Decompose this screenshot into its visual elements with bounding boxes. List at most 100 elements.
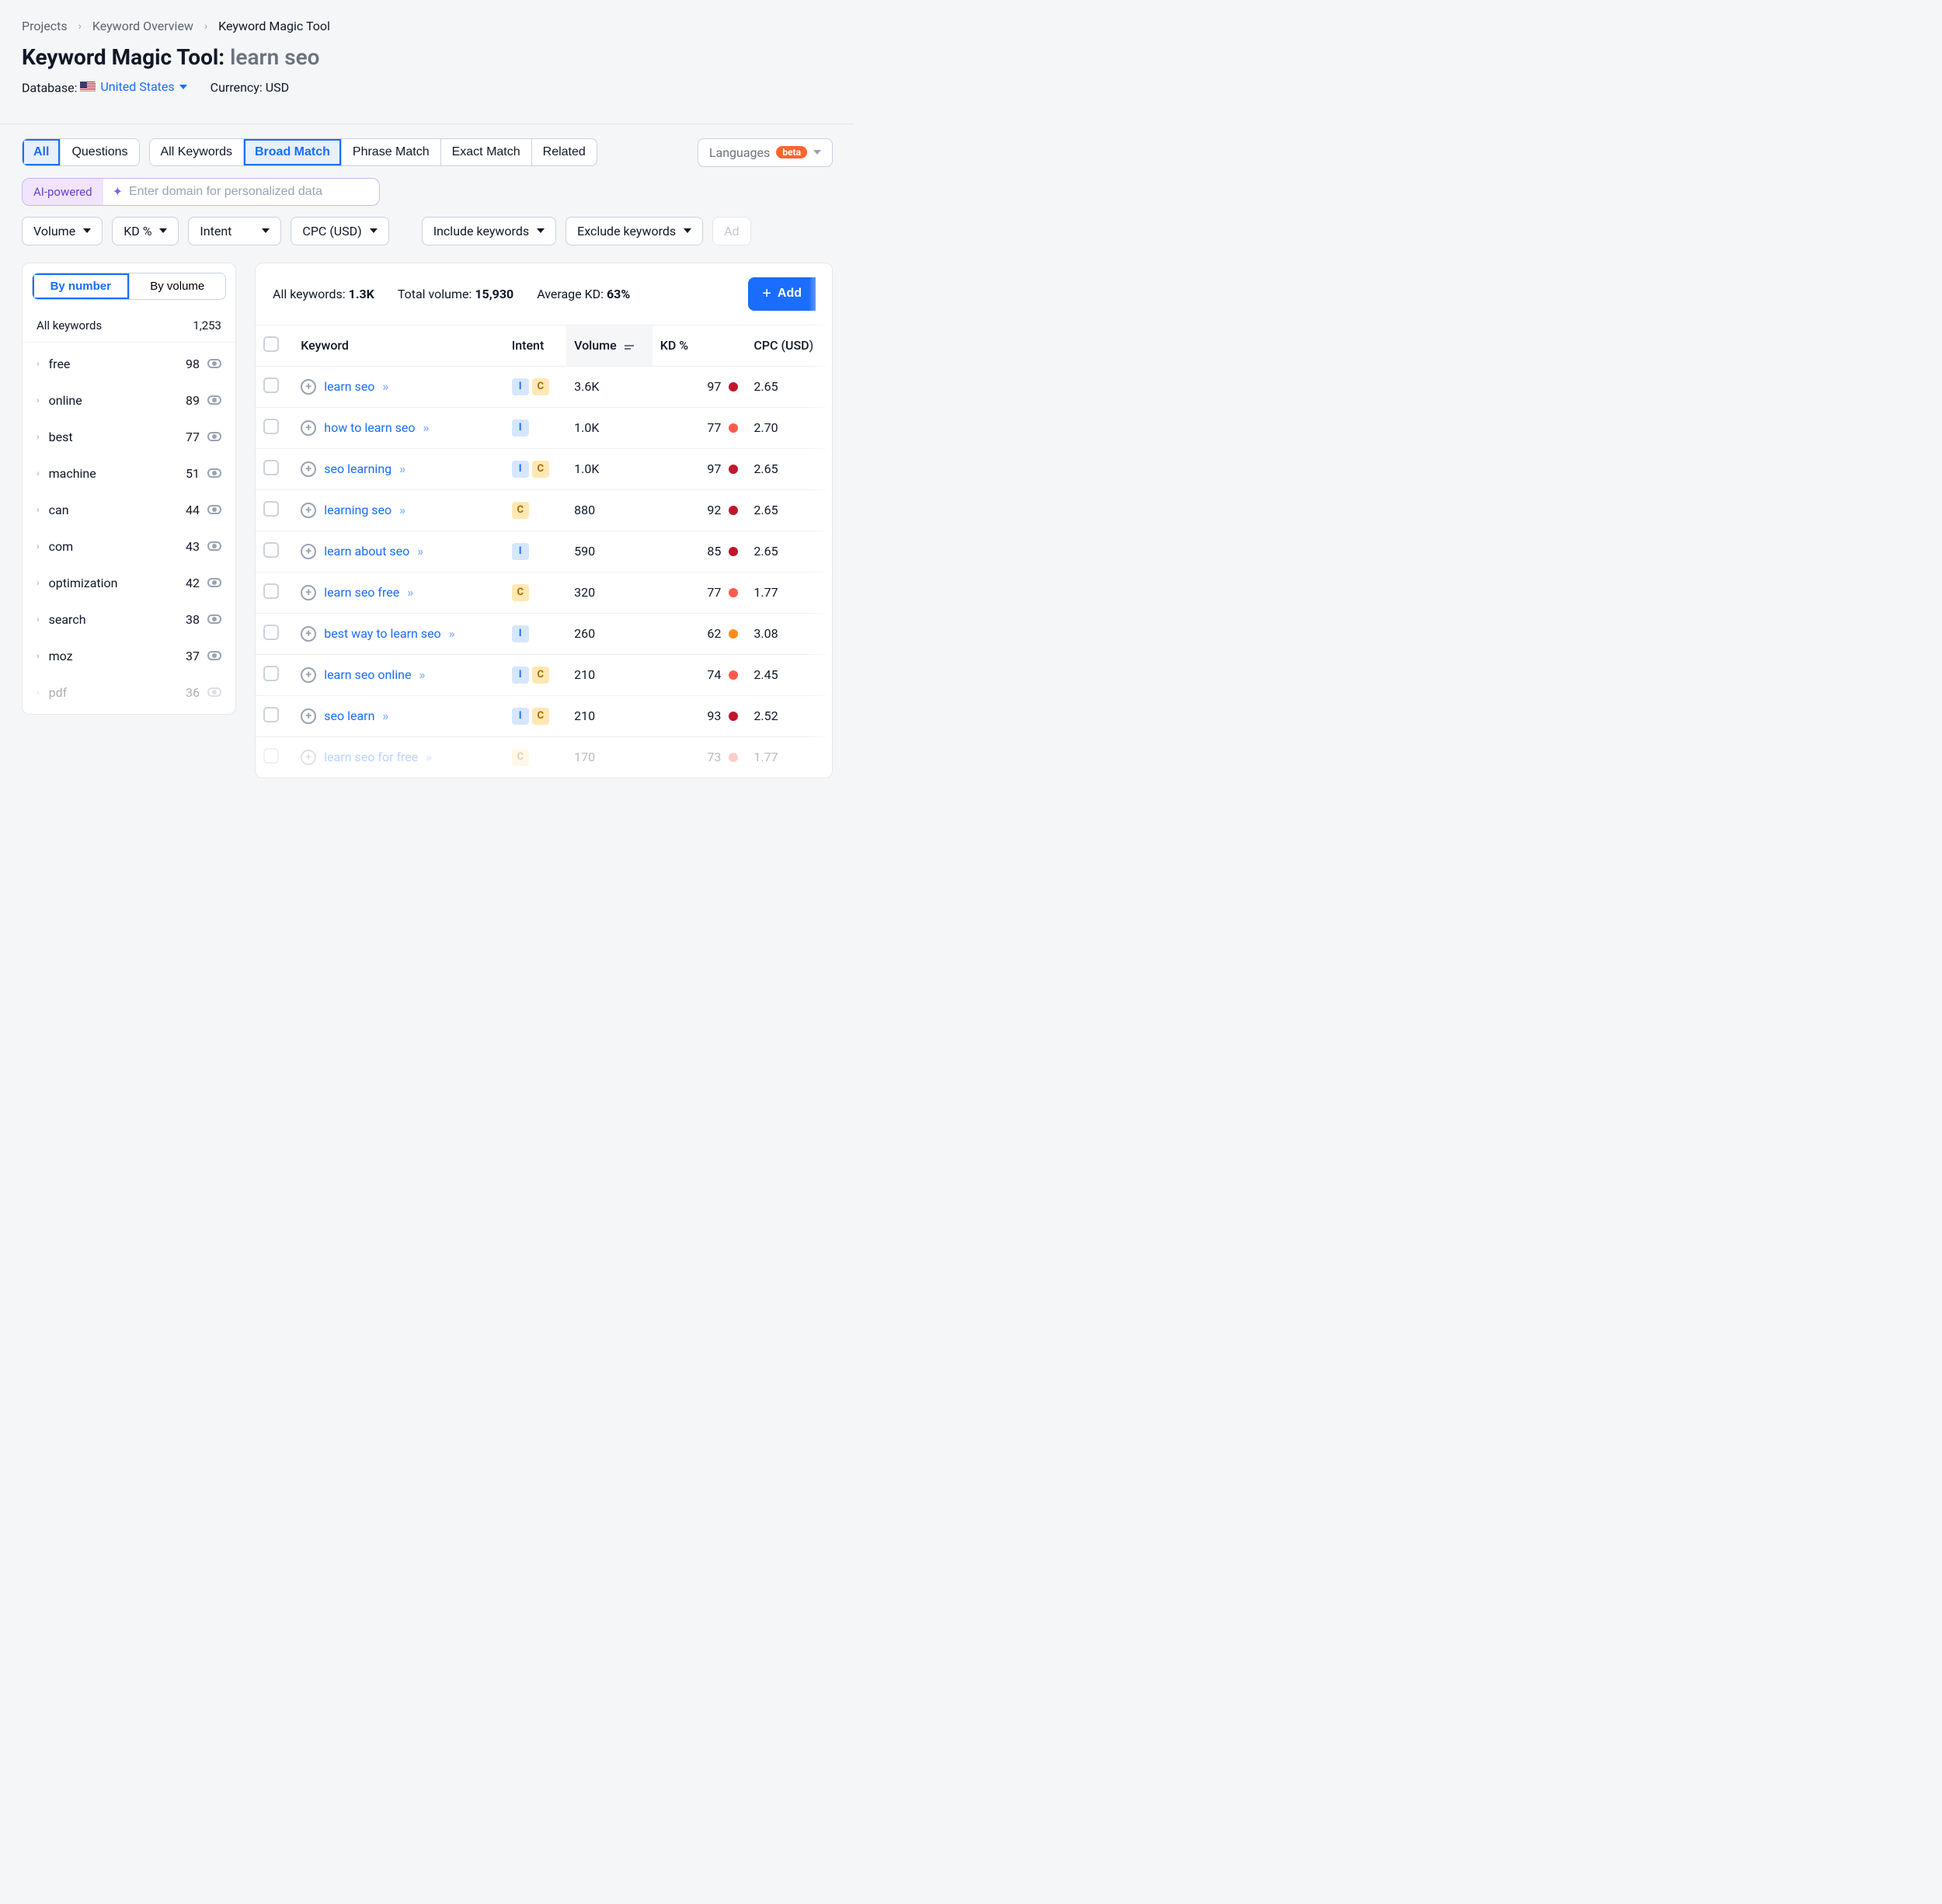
keyword-link[interactable]: how to learn seo [324, 420, 415, 435]
add-keyword-icon[interactable]: + [301, 503, 316, 518]
sidebar-group-search[interactable]: ›search38 [23, 601, 235, 638]
eye-icon[interactable] [207, 578, 221, 587]
database-picker[interactable]: United States [80, 79, 186, 94]
crumb-keyword-overview[interactable]: Keyword Overview [92, 19, 193, 33]
keyword-link[interactable]: seo learning [324, 461, 392, 476]
filter-include-keywords[interactable]: Include keywords [422, 217, 556, 245]
eye-icon[interactable] [207, 468, 221, 478]
sidebar-group-free[interactable]: ›free98 [23, 346, 235, 382]
filter-intent[interactable]: Intent [188, 217, 281, 245]
keyword-link[interactable]: learn about seo [324, 544, 409, 559]
add-keyword-icon[interactable]: + [301, 379, 316, 395]
eye-icon[interactable] [207, 687, 221, 697]
double-chevron-icon[interactable]: » [407, 585, 413, 600]
add-keyword-icon[interactable]: + [301, 626, 316, 642]
row-checkbox[interactable] [263, 460, 279, 475]
intent-badge-c: C [512, 584, 529, 601]
eye-icon[interactable] [207, 651, 221, 660]
filter-kd[interactable]: KD % [112, 217, 179, 245]
add-keyword-icon[interactable]: + [301, 461, 316, 477]
eye-icon[interactable] [207, 505, 221, 514]
filter-volume[interactable]: Volume [22, 217, 103, 245]
kd-difficulty-dot [729, 712, 738, 721]
intent-cell: C [512, 502, 529, 519]
col-keyword[interactable]: Keyword [293, 325, 503, 366]
eye-icon[interactable] [207, 432, 221, 441]
add-keyword-icon[interactable]: + [301, 708, 316, 724]
row-checkbox[interactable] [263, 501, 279, 517]
match-tab-broad-match[interactable]: Broad Match [244, 139, 342, 165]
row-checkbox[interactable] [263, 666, 279, 681]
row-checkbox[interactable] [263, 748, 279, 764]
eye-icon[interactable] [207, 395, 221, 405]
keyword-link[interactable]: seo learn [324, 708, 374, 723]
row-checkbox[interactable] [263, 583, 279, 599]
row-checkbox[interactable] [263, 625, 279, 640]
cpc-cell: 3.08 [746, 613, 832, 654]
match-tab-related[interactable]: Related [532, 139, 597, 165]
sidebar-sort-by-volume[interactable]: By volume [130, 273, 226, 299]
eye-icon[interactable] [207, 614, 221, 624]
add-keyword-icon[interactable]: + [301, 667, 316, 683]
filter-exclude-keywords[interactable]: Exclude keywords [566, 217, 703, 245]
sidebar-sort-by-number[interactable]: By number [33, 273, 130, 299]
match-tab-exact-match[interactable]: Exact Match [441, 139, 532, 165]
volume-cell: 320 [566, 572, 653, 613]
match-tab-all-keywords[interactable]: All Keywords [150, 139, 244, 165]
sidebar-group-optimization[interactable]: ›optimization42 [23, 565, 235, 601]
add-keyword-icon[interactable]: + [301, 750, 316, 765]
row-checkbox[interactable] [263, 542, 279, 558]
sidebar-group-best[interactable]: ›best77 [23, 419, 235, 455]
add-to-list-button[interactable]: + Add [748, 277, 816, 311]
match-tab-phrase-match[interactable]: Phrase Match [342, 139, 441, 165]
sidebar-total-row[interactable]: All keywords 1,253 [23, 309, 235, 343]
keyword-link[interactable]: learn seo for free [324, 750, 418, 764]
crumb-projects[interactable]: Projects [22, 19, 68, 33]
filter-cpc[interactable]: CPC (USD) [291, 217, 388, 245]
double-chevron-icon[interactable]: » [423, 420, 430, 435]
keyword-link[interactable]: learn seo free [324, 585, 399, 600]
double-chevron-icon[interactable]: » [399, 461, 405, 476]
double-chevron-icon[interactable]: » [426, 750, 432, 764]
sidebar-group-can[interactable]: ›can44 [23, 492, 235, 528]
ai-domain-input[interactable] [129, 185, 370, 199]
eye-icon[interactable] [207, 541, 221, 551]
keyword-link[interactable]: learning seo [324, 503, 392, 517]
col-volume[interactable]: Volume [566, 325, 653, 366]
double-chevron-icon[interactable]: » [399, 503, 405, 517]
row-checkbox[interactable] [263, 378, 279, 393]
cpc-cell: 2.65 [746, 448, 832, 489]
chevron-right-icon: › [78, 20, 82, 33]
row-checkbox[interactable] [263, 419, 279, 434]
add-keyword-icon[interactable]: + [301, 585, 316, 600]
match-tabs: All KeywordsBroad MatchPhrase MatchExact… [149, 138, 597, 166]
scope-tab-all[interactable]: All [23, 139, 61, 165]
double-chevron-icon[interactable]: » [417, 544, 423, 559]
eye-icon[interactable] [207, 359, 221, 368]
sidebar-group-online[interactable]: ›online89 [23, 382, 235, 419]
sidebar-group-pdf[interactable]: ›pdf36 [23, 674, 235, 711]
keyword-link[interactable]: best way to learn seo [324, 626, 440, 641]
col-cpc[interactable]: CPC (USD) [746, 325, 832, 366]
intent-badge-c: C [512, 749, 529, 766]
sidebar-group-moz[interactable]: ›moz37 [23, 638, 235, 674]
scope-tab-questions[interactable]: Questions [61, 139, 138, 165]
kd-difficulty-dot [729, 423, 738, 433]
sidebar-group-machine[interactable]: ›machine51 [23, 455, 235, 492]
sidebar-group-com[interactable]: ›com43 [23, 528, 235, 565]
double-chevron-icon[interactable]: » [382, 379, 388, 394]
chevron-down-icon [537, 228, 545, 233]
col-kd[interactable]: KD % [653, 325, 747, 366]
col-intent[interactable]: Intent [504, 325, 566, 366]
double-chevron-icon[interactable]: » [449, 626, 455, 641]
keyword-link[interactable]: learn seo online [324, 667, 411, 682]
add-keyword-icon[interactable]: + [301, 544, 316, 559]
double-chevron-icon[interactable]: » [419, 667, 425, 682]
select-all-checkbox[interactable] [263, 336, 279, 352]
double-chevron-icon[interactable]: » [382, 708, 388, 723]
row-checkbox[interactable] [263, 707, 279, 722]
filter-advanced-ghost[interactable]: Ad [712, 217, 750, 245]
add-keyword-icon[interactable]: + [301, 420, 316, 436]
keyword-link[interactable]: learn seo [324, 379, 374, 394]
languages-dropdown[interactable]: Languages beta [698, 138, 833, 167]
